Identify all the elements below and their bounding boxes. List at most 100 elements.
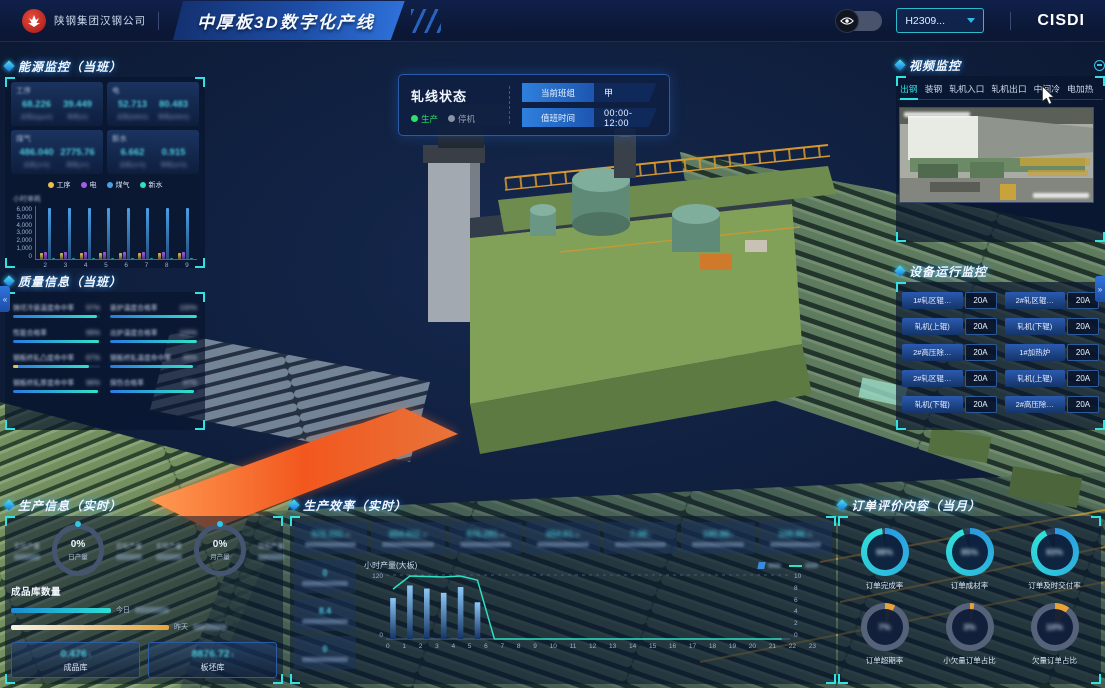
cctv-video-frame[interactable] (899, 107, 1094, 203)
energy-card: 工序68.226总耗(kgce/t)39.449单耗(t/t) (11, 82, 103, 126)
video-tab-5[interactable]: 电加热 (1067, 82, 1093, 99)
equipment-name: 1#加热炉 (1005, 344, 1066, 361)
equipment-cell: 2#轧区辊…20A (1005, 292, 1100, 309)
efficiency-value: 7.98 t (630, 529, 650, 539)
bar-group (40, 208, 55, 259)
quality-item: 出炉温度合格率100% (110, 327, 197, 343)
video-panel-body: 出钢装钢轧机入口轧机出口中间冷电加热 (896, 76, 1105, 242)
equipment-panel-title: 设备运行监控 (909, 263, 987, 280)
bar (127, 208, 130, 259)
quality-item: 铸坯冷装温度命中率97% (13, 302, 100, 318)
quality-bar (110, 340, 197, 343)
dashboard-root: 陕钢集团汉钢公司 中厚板3D数字化产线 H2309... CISDI 能源监控（… (0, 0, 1105, 688)
video-tab-2[interactable]: 轧机入口 (949, 82, 984, 99)
legend-dot-icon (48, 182, 54, 188)
monthly-output-gauge: 实际产量 0% 月产量 目标产量 (149, 524, 291, 576)
x-tick: 2 (419, 643, 423, 650)
quality-value: 97% (183, 380, 197, 387)
bar (111, 258, 114, 260)
equipment-row: 2#轧区辊…20A 轧机(上辊)20A (902, 370, 1099, 387)
efficiency-stat-label (615, 542, 666, 547)
energy-card-name: 电 (112, 85, 194, 96)
y-tick: 0 (794, 632, 806, 639)
energy-chart-plot (35, 206, 197, 260)
line-status-title: 轧线状态 (411, 86, 497, 105)
x-tick: 1 (402, 643, 406, 650)
x-tick: 13 (609, 643, 616, 650)
energy-chart-y-axis: 6,0005,0004,0003,0002,0001,0000 (9, 206, 35, 260)
efficiency-stat: 108.86 % (759, 522, 832, 554)
equipment-current-value: 20A (965, 344, 997, 361)
equipment-cell: 2#高压除…20A (1005, 396, 1100, 413)
gauge-dot-icon (217, 521, 223, 527)
x-tick: 4 (451, 643, 455, 650)
equipment-cell: 轧机(上辊)20A (1005, 370, 1100, 387)
bar-group (80, 208, 95, 259)
shift-badge: 当前班组 甲 (522, 83, 657, 102)
side-stat-label (302, 619, 349, 624)
collapse-left-tab[interactable]: « (0, 286, 10, 312)
bar (80, 253, 83, 260)
panel-diamond-icon (836, 499, 847, 510)
bar (162, 252, 165, 259)
order-ring: 10%欠量订单占比 (1012, 603, 1097, 666)
orders-panel-title: 订单评价内容（当月） (851, 497, 981, 514)
panel-diamond-icon (3, 499, 14, 510)
legend-production: 生产 (411, 113, 438, 125)
x-tick: 16 (669, 643, 676, 650)
donut-chart: 3% (946, 603, 994, 651)
shift-time-value: 00:00-12:00 (594, 108, 657, 127)
bar-group (60, 208, 75, 259)
bar-group (99, 208, 114, 259)
equipment-cell: 2#轧区辊…20A (902, 370, 997, 387)
donut-chart: 98% (861, 528, 909, 576)
legend-item: 新水 (140, 180, 163, 190)
efficiency-stat: 654.611 m (371, 522, 444, 554)
production-panel-title: 生产信息（实时） (18, 497, 122, 514)
energy-label: 单耗(kWh/t) (158, 112, 189, 121)
video-tab-0[interactable]: 出钢 (900, 82, 918, 99)
efficiency-stat-label (692, 542, 743, 547)
orders-panel-body: 98%订单完成率95%订单成材率93%订单及时交付率7%订单超期率3%小欠量订单… (838, 516, 1101, 684)
energy-card: 新水6.662总耗(m³/t)0.915单耗(m³/t) (107, 130, 199, 174)
equipment-name: 2#高压除… (902, 344, 963, 361)
donut-value: 3% (946, 603, 994, 651)
donut-label: 订单及时交付率 (1028, 580, 1081, 591)
x-tick: 20 (749, 643, 756, 650)
hourly-output-chart: 小时产量(大板) 1200 (364, 560, 832, 669)
quality-item: 钢板终轧温度命中率95% (110, 352, 197, 368)
side-stat-value: 8.4 (319, 606, 331, 616)
production-panel: 生产信息（实时） 实际产量 0% 日产量 目标产量 实际产量 0% 月产量 目标… (5, 496, 283, 684)
shift-badge-label: 当前班组 (522, 83, 594, 102)
cisdi-logo: CISDI (1037, 12, 1085, 30)
video-tab-1[interactable]: 装钢 (925, 82, 943, 99)
app-title: 中厚板3D数字化产线 (197, 13, 375, 32)
donut-value: 98% (861, 528, 909, 576)
collapse-right-tab[interactable]: » (1095, 276, 1105, 302)
legend-item: 工序 (48, 180, 71, 190)
quality-value: 100% (179, 330, 197, 337)
equipment-cell: 1#加热炉20A (1005, 344, 1100, 361)
quality-bar (13, 340, 100, 343)
donut-chart: 95% (946, 528, 994, 576)
hour-bar (407, 585, 413, 639)
equipment-name: 2#高压除… (1005, 396, 1066, 413)
efficiency-value: 576.281 m (466, 529, 504, 539)
visibility-toggle[interactable] (836, 11, 882, 31)
minimize-icon[interactable] (1094, 60, 1105, 71)
bar (190, 258, 193, 260)
bar (138, 253, 141, 260)
quality-bar (110, 390, 197, 393)
quality-value: 98% (86, 380, 100, 387)
bar (72, 258, 75, 260)
quality-label: 钢板终轧厚度命中率 (13, 377, 74, 387)
legend-item: 电 (81, 180, 97, 190)
equipment-current-value: 20A (965, 318, 997, 335)
video-tab-3[interactable]: 轧机出口 (991, 82, 1026, 99)
line-selector-dropdown[interactable]: H2309... (896, 8, 984, 33)
energy-card-name: 新水 (112, 133, 194, 144)
x-tick: 2 (43, 262, 47, 269)
bar (119, 253, 122, 260)
donut-label: 订单超期率 (866, 655, 904, 666)
energy-value: 486.040 (19, 147, 53, 158)
